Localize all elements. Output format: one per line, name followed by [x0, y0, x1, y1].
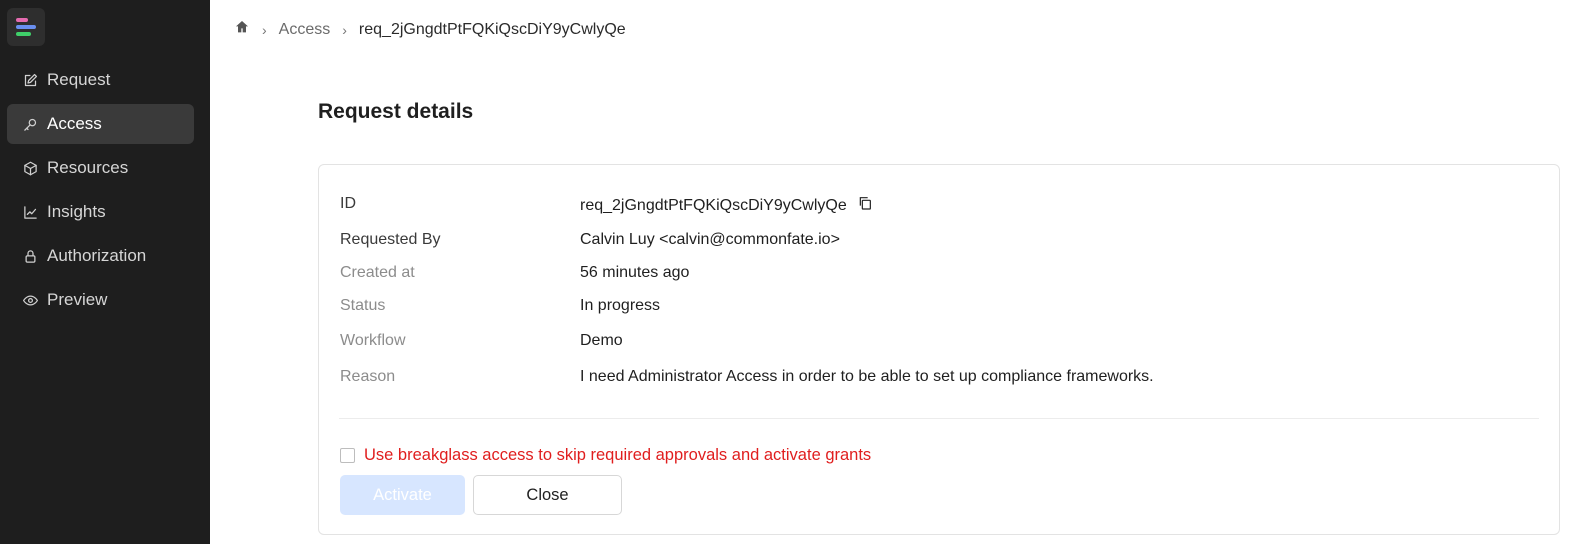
sidebar-item-authorization[interactable]: Authorization [7, 236, 194, 276]
id-label: ID [340, 195, 356, 212]
key-icon [24, 118, 37, 131]
eye-icon [23, 295, 38, 305]
chart-icon [24, 205, 37, 219]
requested-by-value: Calvin Luy <calvin@commonfate.io> [580, 231, 840, 248]
breakglass-label: Use breakglass access to skip required a… [364, 446, 872, 464]
chevron-right-icon: › [342, 21, 347, 38]
sidebar: Request Access Resources Insights Author… [0, 0, 210, 544]
sidebar-item-resources[interactable]: Resources [7, 148, 194, 188]
detail-row-status: Status In progress [340, 297, 660, 315]
status-value: In progress [580, 297, 661, 314]
sidebar-item-label: Resources [47, 158, 129, 177]
chevron-right-icon: › [262, 21, 267, 38]
sidebar-item-request[interactable]: Request [7, 60, 194, 100]
breakglass-checkbox[interactable] [340, 448, 355, 463]
detail-row-created-at: Created at 56 minutes ago [340, 264, 689, 282]
requested-by-label: Requested By [340, 231, 441, 248]
sidebar-item-label: Access [47, 114, 102, 133]
cube-icon [24, 161, 37, 175]
reason-label: Reason [340, 368, 396, 385]
workflow-value: Demo [580, 332, 623, 349]
sidebar-item-insights[interactable]: Insights [7, 192, 194, 232]
sidebar-item-label: Request [47, 70, 111, 89]
divider [339, 418, 1539, 419]
detail-row-reason: Reason I need Administrator Access in or… [340, 368, 1154, 386]
workflow-label: Workflow [340, 332, 406, 349]
page-title: Request details [318, 100, 474, 123]
id-value: req_2jGngdtPtFQKiQscDiY9yCwlyQe [580, 196, 847, 214]
created-at-label: Created at [340, 264, 415, 281]
copy-icon[interactable] [857, 195, 873, 216]
reason-value: I need Administrator Access in order to … [580, 368, 1154, 385]
detail-row-workflow: Workflow Demo [340, 332, 623, 350]
main-content: › Access › req_2jGngdtPtFQKiQscDiY9yCwly… [210, 0, 1576, 544]
breakglass-option[interactable]: Use breakglass access to skip required a… [340, 446, 871, 465]
sidebar-item-preview[interactable]: Preview [7, 280, 194, 320]
sidebar-item-access[interactable]: Access [7, 104, 194, 144]
breadcrumb-access-link[interactable]: Access [279, 21, 331, 39]
activate-button[interactable]: Activate [340, 475, 465, 515]
detail-row-requested-by: Requested By Calvin Luy <calvin@commonfa… [340, 231, 840, 249]
status-label: Status [340, 297, 386, 314]
sidebar-item-label: Insights [47, 202, 106, 221]
home-icon[interactable] [234, 19, 250, 40]
app-logo[interactable] [7, 8, 45, 46]
sidebar-item-label: Preview [47, 290, 108, 309]
breadcrumb: › Access › req_2jGngdtPtFQKiQscDiY9yCwly… [234, 19, 626, 40]
detail-row-id: ID req_2jGngdtPtFQKiQscDiY9yCwlyQe [340, 195, 873, 216]
sidebar-item-label: Authorization [47, 246, 147, 265]
created-at-value: 56 minutes ago [580, 264, 690, 281]
close-button[interactable]: Close [473, 475, 622, 515]
lock-icon [25, 249, 36, 263]
breadcrumb-current: req_2jGngdtPtFQKiQscDiY9yCwlyQe [358, 20, 626, 38]
edit-icon [24, 73, 38, 86]
request-details-card: ID req_2jGngdtPtFQKiQscDiY9yCwlyQe Reque… [318, 164, 1560, 535]
